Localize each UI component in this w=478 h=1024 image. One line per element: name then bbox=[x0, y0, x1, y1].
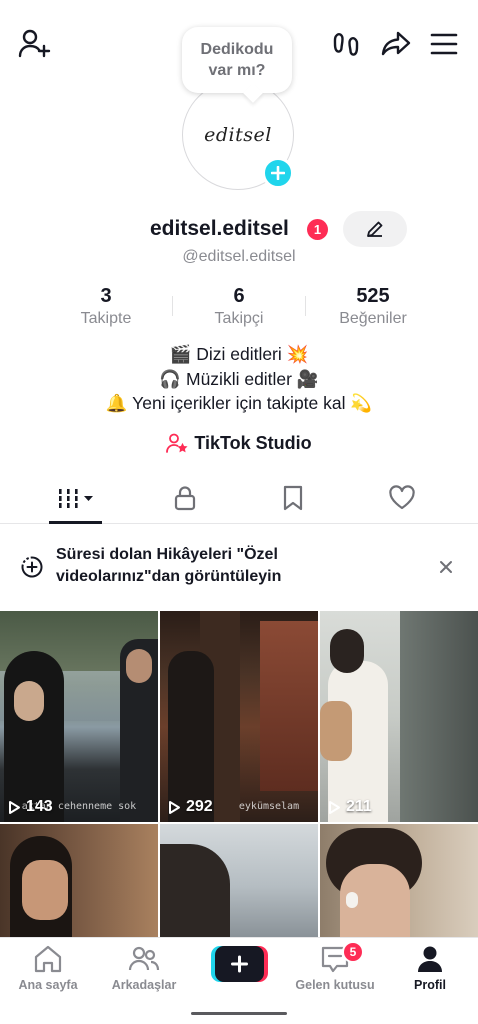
home-icon bbox=[34, 945, 62, 973]
view-count-value: 292 bbox=[186, 798, 213, 815]
nav-label: Arkadaşlar bbox=[111, 978, 177, 992]
tab-private[interactable] bbox=[145, 472, 225, 524]
following-label: Takipte bbox=[80, 310, 132, 327]
grid-bars-icon bbox=[59, 489, 93, 508]
edit-profile-button[interactable] bbox=[343, 211, 407, 247]
note-line-1: Dedikodu bbox=[200, 41, 274, 58]
banner-text: Süresi dolan Hikâyeleri "Özel videoların… bbox=[56, 546, 282, 585]
avatar-text: editsel bbox=[204, 124, 272, 146]
friends-icon bbox=[128, 946, 160, 971]
stat-divider bbox=[305, 296, 306, 316]
tab-videos[interactable] bbox=[36, 472, 116, 524]
tab-saved[interactable] bbox=[253, 472, 333, 524]
user-handle: @editsel.editsel bbox=[182, 248, 296, 265]
nav-inbox[interactable]: Gelen kutusu bbox=[287, 944, 383, 1000]
footprint-icon bbox=[333, 33, 359, 56]
bio-line: 🔔 Yeni içerikler için takipte kal 💫 bbox=[105, 393, 373, 413]
notification-badge: 1 bbox=[307, 219, 328, 240]
view-count: 143 bbox=[8, 798, 53, 816]
inbox-badge: 5 bbox=[342, 941, 364, 963]
nav-label: Gelen kutusu bbox=[295, 978, 375, 992]
nav-friends[interactable]: Arkadaşlar bbox=[96, 944, 192, 1000]
tiktok-studio-link[interactable]: TikTok Studio bbox=[0, 431, 478, 455]
home-indicator bbox=[191, 1012, 287, 1015]
stat-followers[interactable]: 6 Takipçi bbox=[179, 284, 299, 330]
play-icon bbox=[329, 800, 340, 814]
profile-views-button[interactable] bbox=[326, 24, 366, 64]
view-count-value: 143 bbox=[26, 798, 53, 815]
bio-line: 🎬 Dizi editleri 💥 bbox=[169, 344, 309, 364]
view-count-value: 211 bbox=[346, 798, 372, 815]
likes-count: 525 bbox=[356, 285, 390, 307]
plus-icon bbox=[271, 166, 285, 180]
view-count: 211 bbox=[328, 798, 372, 816]
hamburger-menu-icon bbox=[430, 33, 458, 55]
story-plus-icon bbox=[21, 556, 43, 578]
video-thumbnail[interactable]: 211 bbox=[320, 611, 478, 822]
note-bubble[interactable]: Dedikodu var mı? bbox=[182, 27, 292, 93]
followers-count: 6 bbox=[233, 285, 245, 307]
video-thumbnail[interactable] bbox=[160, 824, 318, 937]
stat-following[interactable]: 3 Takipte bbox=[46, 284, 166, 330]
profile-icon bbox=[418, 946, 442, 972]
note-line-2: var mı? bbox=[208, 62, 266, 79]
create-plus-icon[interactable] bbox=[211, 946, 268, 982]
expired-stories-banner[interactable]: Süresi dolan Hikâyeleri "Özel videoların… bbox=[0, 530, 478, 608]
nav-label: Ana sayfa bbox=[18, 978, 78, 992]
studio-person-star-icon bbox=[166, 433, 188, 453]
active-tab-indicator bbox=[49, 521, 102, 524]
display-name: editsel.editsel bbox=[150, 217, 289, 240]
nav-home[interactable]: Ana sayfa bbox=[0, 944, 96, 1000]
share-profile-button[interactable] bbox=[376, 24, 416, 64]
likes-label: Beğeniler bbox=[339, 310, 407, 327]
person-plus-icon bbox=[18, 29, 51, 58]
profile-bio: 🎬 Dizi editleri 💥 🎧 Müzikli editler 🎥 🔔 … bbox=[0, 342, 478, 416]
tab-liked[interactable] bbox=[362, 472, 442, 524]
video-grid: aktan cehenneme sok 143 eykümselam 292 2… bbox=[0, 611, 478, 937]
video-thumbnail[interactable]: aktan cehenneme sok 143 bbox=[0, 611, 158, 822]
studio-label: TikTok Studio bbox=[194, 432, 312, 453]
video-thumbnail[interactable]: eykümselam 292 bbox=[160, 611, 318, 822]
profile-stats: 3 Takipte 6 Takipçi 525 Beğeniler bbox=[0, 284, 478, 332]
play-icon bbox=[169, 800, 180, 814]
pencil-icon bbox=[367, 221, 383, 237]
bookmark-icon bbox=[283, 485, 303, 511]
heart-icon bbox=[389, 485, 415, 510]
view-count: 292 bbox=[168, 798, 213, 816]
nav-label: Profil bbox=[414, 978, 446, 992]
followers-label: Takipçi bbox=[214, 310, 264, 327]
add-friend-button[interactable] bbox=[14, 24, 54, 64]
following-count: 3 bbox=[100, 285, 112, 307]
menu-button[interactable] bbox=[424, 24, 464, 64]
bio-line: 🎧 Müzikli editler 🎥 bbox=[159, 368, 319, 389]
stat-likes[interactable]: 525 Beğeniler bbox=[313, 284, 433, 330]
lock-icon bbox=[174, 486, 196, 511]
play-icon bbox=[9, 800, 20, 814]
share-arrow-icon bbox=[381, 31, 411, 56]
video-thumbnail[interactable] bbox=[320, 824, 478, 937]
add-story-button[interactable] bbox=[262, 157, 294, 189]
stat-divider bbox=[172, 296, 173, 316]
video-thumbnail[interactable] bbox=[0, 824, 158, 937]
profile-tabs bbox=[0, 472, 478, 524]
close-icon[interactable] bbox=[438, 559, 454, 575]
nav-profile[interactable]: Profil bbox=[382, 944, 478, 1000]
